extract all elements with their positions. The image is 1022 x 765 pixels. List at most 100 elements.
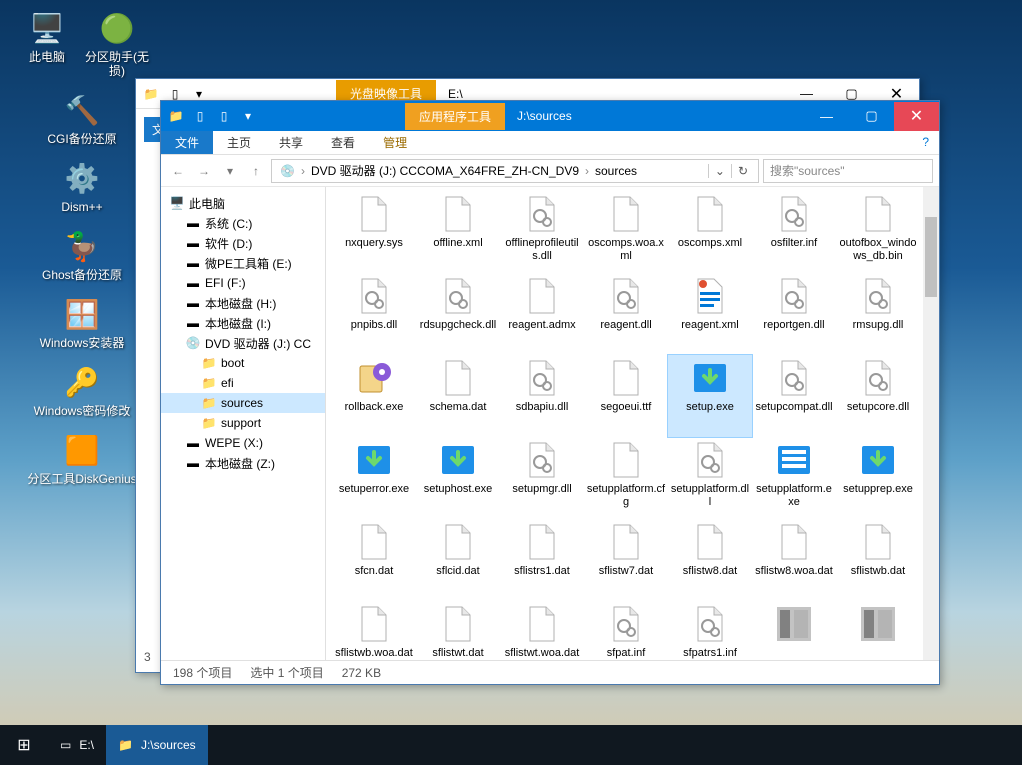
recent-dropdown-icon[interactable]: ▾ xyxy=(219,160,241,182)
tab-file[interactable]: 文件 xyxy=(161,131,213,154)
file-item[interactable]: oscomps.woa.xml xyxy=(584,191,668,273)
taskbar-item[interactable]: ▭E:\ xyxy=(48,725,106,765)
nav-tree[interactable]: 🖥️此电脑▬系统 (C:)▬软件 (D:)▬微PE工具箱 (E:)▬EFI (F… xyxy=(161,187,326,660)
breadcrumb-segment[interactable]: DVD 驱动器 (J:) CCCOMA_X64FRE_ZH-CN_DV9 xyxy=(307,162,583,179)
file-item[interactable]: setupcompat.dll xyxy=(752,355,836,437)
file-item[interactable]: sflistw8.woa.dat xyxy=(752,519,836,601)
file-item[interactable]: segoeui.ttf xyxy=(584,355,668,437)
tab-home[interactable]: 主页 xyxy=(213,131,265,154)
desktop-icon[interactable]: 🔑Windows密码修改 xyxy=(12,362,152,418)
taskbar[interactable]: ⊞ ▭E:\📁J:\sources xyxy=(0,725,1022,765)
tab-share[interactable]: 共享 xyxy=(265,131,317,154)
desktop-icon[interactable]: 🔨CGI备份还原 xyxy=(12,90,152,146)
tree-node[interactable]: ▬系统 (C:) xyxy=(161,213,325,233)
refresh-button[interactable]: ↻ xyxy=(731,164,754,178)
file-item[interactable]: setupplatform.dll xyxy=(668,437,752,519)
breadcrumb-segment[interactable]: sources xyxy=(591,164,641,178)
help-icon[interactable]: ? xyxy=(912,131,939,154)
tree-node[interactable]: 📁boot xyxy=(161,353,325,373)
tree-node[interactable]: ▬本地磁盘 (I:) xyxy=(161,313,325,333)
close-button[interactable]: ✕ xyxy=(894,102,939,131)
file-item[interactable]: setupplatform.cfg xyxy=(584,437,668,519)
file-item[interactable]: sflcid.dat xyxy=(416,519,500,601)
file-item[interactable]: rollback.exe xyxy=(332,355,416,437)
desktop-icon[interactable]: 🟢分区助手(无损) xyxy=(82,8,152,78)
qat-dropdown-icon[interactable]: ▾ xyxy=(237,105,259,127)
file-item[interactable]: setupcore.dll xyxy=(836,355,920,437)
file-item[interactable]: setuphost.exe xyxy=(416,437,500,519)
tree-node[interactable]: 📁sources xyxy=(161,393,325,413)
file-icon xyxy=(689,357,731,399)
file-item[interactable]: reagent.admx xyxy=(500,273,584,355)
file-item[interactable] xyxy=(752,601,836,660)
tree-node[interactable]: ▬本地磁盘 (H:) xyxy=(161,293,325,313)
file-item[interactable] xyxy=(836,601,920,660)
file-item[interactable]: offlineprofileutils.dll xyxy=(500,191,584,273)
file-item[interactable]: sflistw8.dat xyxy=(668,519,752,601)
file-item[interactable]: sfpatrs1.inf xyxy=(668,601,752,660)
tree-node[interactable]: ▬软件 (D:) xyxy=(161,233,325,253)
file-item[interactable]: offline.xml xyxy=(416,191,500,273)
taskbar-item[interactable]: 📁J:\sources xyxy=(106,725,208,765)
forward-button[interactable]: → xyxy=(193,160,215,182)
desktop-icon[interactable]: ⚙️Dism++ xyxy=(12,158,152,214)
file-item[interactable]: sflistwb.dat xyxy=(836,519,920,601)
tab-manage[interactable]: 管理 xyxy=(369,131,421,154)
file-item[interactable]: setupplatform.exe xyxy=(752,437,836,519)
file-item[interactable]: sflistwt.woa.dat xyxy=(500,601,584,660)
file-item[interactable]: setuperror.exe xyxy=(332,437,416,519)
tab-view[interactable]: 查看 xyxy=(317,131,369,154)
address-dropdown-icon[interactable]: ⌄ xyxy=(708,164,731,178)
file-item[interactable]: reagent.xml xyxy=(668,273,752,355)
desktop-icon[interactable]: 🖥️此电脑 xyxy=(12,8,82,64)
chevron-right-icon[interactable]: › xyxy=(583,164,591,178)
file-item[interactable]: sflistwt.dat xyxy=(416,601,500,660)
tree-node[interactable]: 🖥️此电脑 xyxy=(161,193,325,213)
file-item[interactable]: sdbapiu.dll xyxy=(500,355,584,437)
file-item[interactable]: sfcn.dat xyxy=(332,519,416,601)
file-item[interactable]: sflistwb.woa.dat xyxy=(332,601,416,660)
tree-node[interactable]: ▬WEPE (X:) xyxy=(161,433,325,453)
tree-node[interactable]: ▬EFI (F:) xyxy=(161,273,325,293)
file-item[interactable]: osfilter.inf xyxy=(752,191,836,273)
file-item[interactable]: pnpibs.dll xyxy=(332,273,416,355)
file-item[interactable]: setupprep.exe xyxy=(836,437,920,519)
file-item[interactable]: sfpat.inf xyxy=(584,601,668,660)
file-pane[interactable]: nxquery.sysoffline.xmlofflineprofileutil… xyxy=(326,187,939,660)
file-item[interactable]: rdsupgcheck.dll xyxy=(416,273,500,355)
file-item[interactable]: oscomps.xml xyxy=(668,191,752,273)
tree-node[interactable]: ▬本地磁盘 (Z:) xyxy=(161,453,325,473)
file-item[interactable]: reagent.dll xyxy=(584,273,668,355)
up-button[interactable]: ↑ xyxy=(245,160,267,182)
search-input[interactable]: 搜索"sources" xyxy=(763,159,933,183)
chevron-right-icon[interactable]: › xyxy=(299,164,307,178)
qat-item[interactable]: ▯ xyxy=(189,105,211,127)
maximize-button[interactable]: ▢ xyxy=(849,102,894,131)
file-item[interactable]: nxquery.sys xyxy=(332,191,416,273)
tree-node[interactable]: 💿DVD 驱动器 (J:) CC xyxy=(161,333,325,353)
tree-node[interactable]: ▬微PE工具箱 (E:) xyxy=(161,253,325,273)
minimize-button[interactable]: — xyxy=(804,102,849,131)
file-item[interactable]: rmsupg.dll xyxy=(836,273,920,355)
titlebar[interactable]: 📁 ▯ ▯ ▾ 应用程序工具 J:\sources — ▢ ✕ xyxy=(161,101,939,131)
breadcrumb[interactable]: 💿 › DVD 驱动器 (J:) CCCOMA_X64FRE_ZH-CN_DV9… xyxy=(271,159,759,183)
desktop-icon[interactable]: 🪟Windows安装器 xyxy=(12,294,152,350)
tree-node[interactable]: 📁support xyxy=(161,413,325,433)
desktop-icon[interactable]: 🦆Ghost备份还原 xyxy=(12,226,152,282)
tree-node[interactable]: 📁efi xyxy=(161,373,325,393)
folder-icon: 📁 xyxy=(140,83,162,105)
scrollbar[interactable] xyxy=(923,187,939,660)
file-item[interactable]: setupmgr.dll xyxy=(500,437,584,519)
qat-item[interactable]: ▯ xyxy=(213,105,235,127)
explorer-window[interactable]: 📁 ▯ ▯ ▾ 应用程序工具 J:\sources — ▢ ✕ 文件 主页 共享… xyxy=(160,100,940,685)
start-button[interactable]: ⊞ xyxy=(0,725,48,765)
file-item[interactable]: sflistw7.dat xyxy=(584,519,668,601)
file-item[interactable]: schema.dat xyxy=(416,355,500,437)
file-item[interactable]: sflistrs1.dat xyxy=(500,519,584,601)
scrollbar-thumb[interactable] xyxy=(925,217,937,297)
file-item[interactable]: setup.exe xyxy=(668,355,752,437)
file-item[interactable]: reportgen.dll xyxy=(752,273,836,355)
desktop-icon[interactable]: 🟧分区工具DiskGenius xyxy=(12,430,152,486)
back-button[interactable]: ← xyxy=(167,160,189,182)
file-item[interactable]: outofbox_windows_db.bin xyxy=(836,191,920,273)
